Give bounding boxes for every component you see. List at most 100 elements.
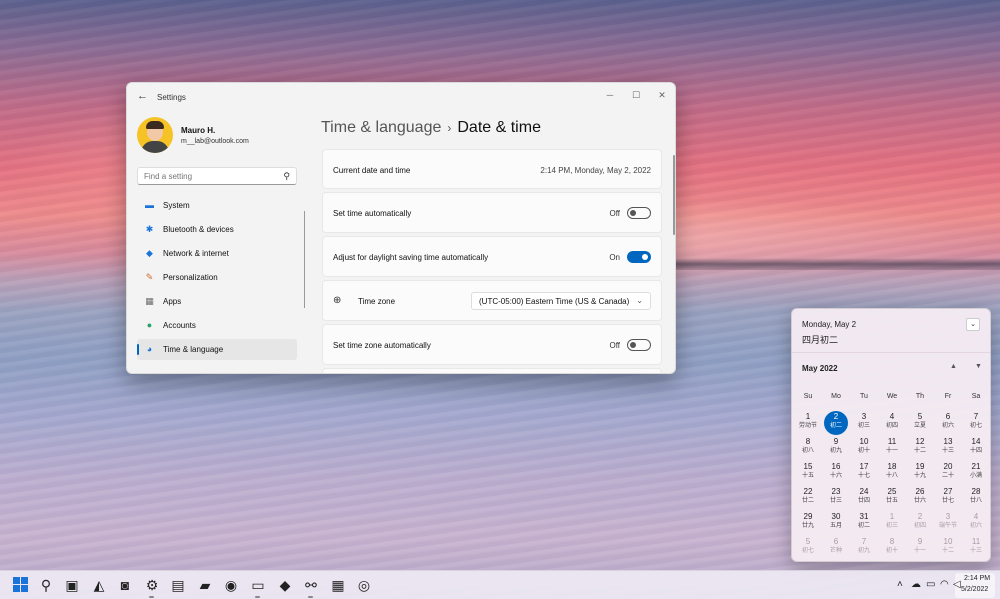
calendar-day[interactable]: 6初六 <box>934 412 962 436</box>
sidebar-item-network[interactable]: ◆ Network & internet <box>137 243 297 264</box>
chat-icon[interactable]: ◙ <box>116 576 134 594</box>
day-number: 29 <box>794 512 822 522</box>
calendar-day[interactable]: 30五月 <box>822 512 850 536</box>
search-icon[interactable]: ⚲ <box>37 576 55 594</box>
next-month-icon[interactable]: ▼ <box>975 363 982 370</box>
calendar-day[interactable]: 3端午节 <box>934 512 962 536</box>
sidebar-item-time-language[interactable]: ◕ Time & language <box>137 339 297 360</box>
avatar[interactable] <box>137 117 173 153</box>
calendar-day[interactable]: 15十五 <box>794 462 822 486</box>
day-number: 2 <box>906 512 934 522</box>
chevron-up-icon[interactable]: ˄ <box>897 579 903 590</box>
onedrive-icon[interactable]: ☁ <box>911 579 921 590</box>
calendar-day[interactable]: 12十二 <box>906 437 934 461</box>
calendar-day[interactable]: 5初七 <box>794 537 822 561</box>
set-time-zone-automatically-toggle[interactable] <box>627 339 651 351</box>
file-explorer-icon[interactable]: ▰ <box>196 576 214 594</box>
calendar-day[interactable]: 10初十 <box>850 437 878 461</box>
widgets-icon[interactable]: ◭ <box>90 576 108 594</box>
breadcrumb-parent[interactable]: Time & language <box>321 119 441 136</box>
day-number: 1 <box>878 512 906 522</box>
calendar-day[interactable]: 9十一 <box>906 537 934 561</box>
current-date-time-value: 2:14 PM, Monday, May 2, 2022 <box>540 166 651 175</box>
calendar-day[interactable]: 1初三 <box>878 512 906 536</box>
edge-icon[interactable]: ◉ <box>222 576 240 594</box>
calendar-day[interactable]: 24廿四 <box>850 487 878 511</box>
calendar-day[interactable]: 1劳动节 <box>794 412 822 436</box>
daylight-saving-toggle[interactable] <box>627 251 651 263</box>
search-icon[interactable]: ⚲ <box>283 171 290 182</box>
minimize-icon[interactable]: ─ <box>603 88 617 102</box>
previous-month-icon[interactable]: ▲ <box>950 363 957 370</box>
calendar-day[interactable]: 9初九 <box>822 437 850 461</box>
sidebar-item-apps[interactable]: ▦ Apps <box>137 291 297 312</box>
calendar-day[interactable]: 8初十 <box>878 537 906 561</box>
calendar-day[interactable]: 10十二 <box>934 537 962 561</box>
calendar-day[interactable]: 21小满 <box>962 462 990 486</box>
close-icon[interactable]: ✕ <box>655 88 669 102</box>
sidebar-item-bluetooth[interactable]: ✱ Bluetooth & devices <box>137 219 297 240</box>
time-zone-dropdown[interactable]: (UTC-05:00) Eastern Time (US & Canada) ⌄ <box>471 292 651 310</box>
wifi-tray-icon[interactable]: ◠ <box>940 579 949 590</box>
day-lunar-label: 初三 <box>878 522 906 530</box>
calendar-day[interactable]: 4初六 <box>962 512 990 536</box>
calendar-day[interactable]: 6芒种 <box>822 537 850 561</box>
calendar-day[interactable]: 19十九 <box>906 462 934 486</box>
sidebar-item-personalization[interactable]: ✎ Personalization <box>137 267 297 288</box>
terminal-icon[interactable]: ▤ <box>169 576 187 594</box>
calendar-day[interactable]: 16十六 <box>822 462 850 486</box>
day-number: 21 <box>962 462 990 472</box>
calendar-day[interactable]: 14十四 <box>962 437 990 461</box>
calendar-day[interactable]: 27廿七 <box>934 487 962 511</box>
calendar-day[interactable]: 2初二 <box>822 412 850 436</box>
weekday-label: Sa <box>962 393 990 400</box>
calendar-day[interactable]: 2初四 <box>906 512 934 536</box>
calendar-day[interactable]: 7初七 <box>962 412 990 436</box>
calendar-day[interactable]: 4初四 <box>878 412 906 436</box>
calendar-day[interactable]: 18十八 <box>878 462 906 486</box>
start-button[interactable] <box>12 576 30 594</box>
task-view-icon[interactable]: ▣ <box>63 576 81 594</box>
calendar-day[interactable]: 11十一 <box>878 437 906 461</box>
calendar-day[interactable]: 31初二 <box>850 512 878 536</box>
battery-network-icon[interactable]: ▭ <box>926 579 935 590</box>
calendar-day[interactable]: 23廿三 <box>822 487 850 511</box>
search-input[interactable] <box>144 172 274 181</box>
calendar-day[interactable]: 26廿六 <box>906 487 934 511</box>
content-scrollbar[interactable] <box>673 155 675 235</box>
camera-icon[interactable]: ◎ <box>355 576 373 594</box>
calendar-day[interactable]: 22廿二 <box>794 487 822 511</box>
day-lunar-label: 芒种 <box>822 547 850 555</box>
calendar-day[interactable]: 8初八 <box>794 437 822 461</box>
calendar-day[interactable]: 5立夏 <box>906 412 934 436</box>
collapse-chevron-icon[interactable]: ⌄ <box>966 318 980 331</box>
calendar-day[interactable]: 17十七 <box>850 462 878 486</box>
day-number: 19 <box>906 462 934 472</box>
calendar-day[interactable]: 7初九 <box>850 537 878 561</box>
calendar-day[interactable]: 3初三 <box>850 412 878 436</box>
vm-icon[interactable]: ▦ <box>329 576 347 594</box>
search-box[interactable]: ⚲ <box>137 167 297 185</box>
calendar-month-label[interactable]: May 2022 <box>802 364 838 373</box>
day-lunar-label: 初九 <box>822 447 850 455</box>
remote-desktop-icon[interactable]: ▭ <box>249 576 267 594</box>
volume-icon[interactable]: ◁ <box>953 579 961 590</box>
calendar-day[interactable]: 20二十 <box>934 462 962 486</box>
back-arrow-icon[interactable]: ← <box>137 90 149 102</box>
sidebar-scrollbar[interactable] <box>304 211 305 308</box>
calendar-day[interactable]: 29廿九 <box>794 512 822 536</box>
time-zone-card: ⊕ Time zone (UTC-05:00) Eastern Time (US… <box>322 280 662 321</box>
calendar-day[interactable]: 25廿五 <box>878 487 906 511</box>
sidebar-item-label: Apps <box>163 297 181 306</box>
calendar-day[interactable]: 13十三 <box>934 437 962 461</box>
sidebar-item-system[interactable]: ▬ System <box>137 195 297 216</box>
settings-app-icon[interactable]: ⚙ <box>143 576 161 594</box>
security-icon[interactable]: ◆ <box>276 576 294 594</box>
maximize-icon[interactable]: ☐ <box>629 88 643 102</box>
day-lunar-label: 廿六 <box>906 497 934 505</box>
calendar-day[interactable]: 11十三 <box>962 537 990 561</box>
set-time-automatically-toggle[interactable] <box>627 207 651 219</box>
network-tool-icon[interactable]: ⚯ <box>302 576 320 594</box>
calendar-day[interactable]: 28廿八 <box>962 487 990 511</box>
sidebar-item-accounts[interactable]: ● Accounts <box>137 315 297 336</box>
